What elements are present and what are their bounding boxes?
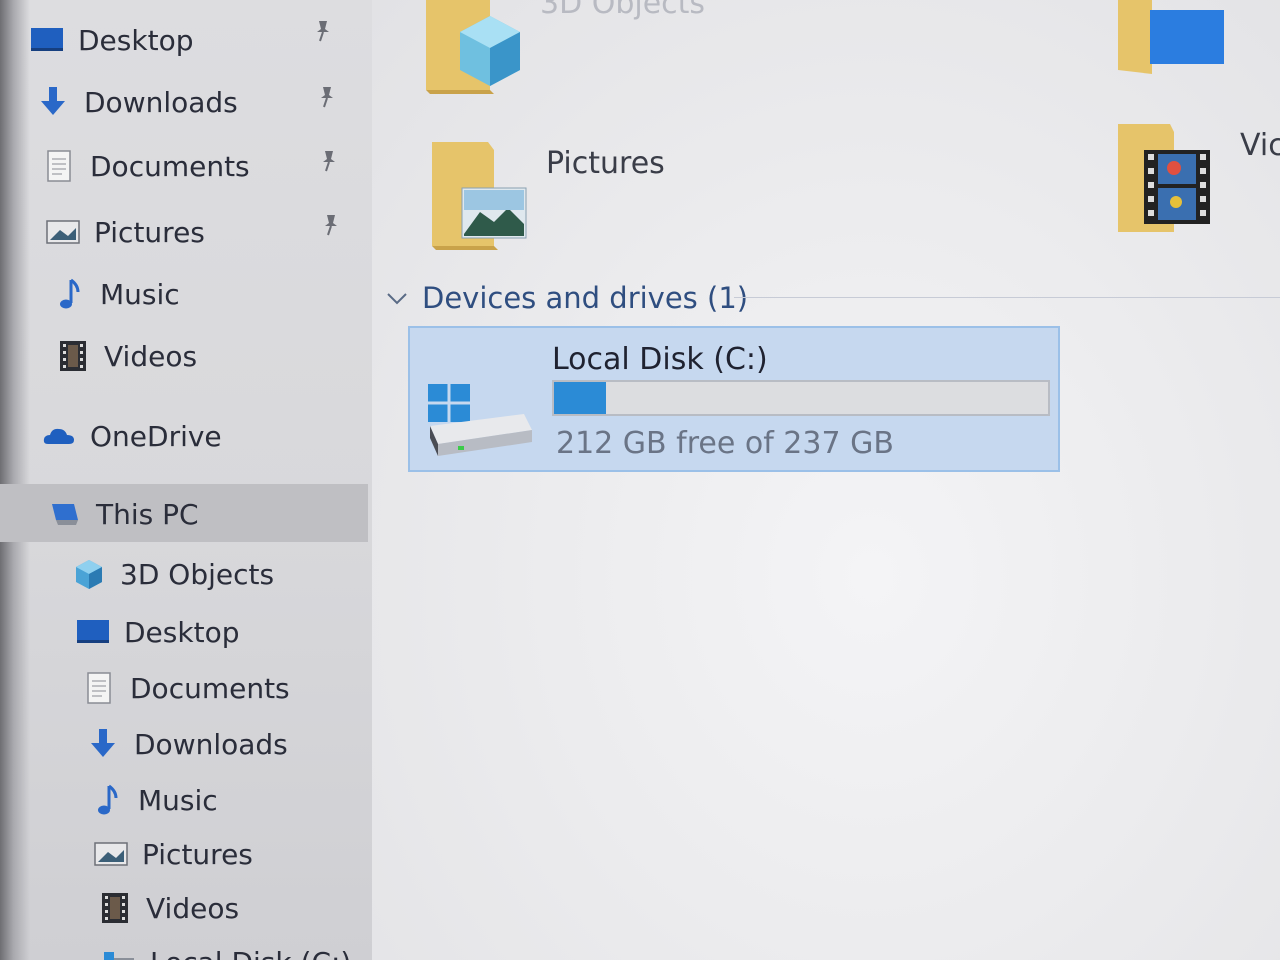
desktop-icon	[30, 23, 64, 57]
folder-label-3d-objects: 3D Objects	[540, 0, 706, 21]
nav-label: 3D Objects	[120, 557, 275, 591]
nav-item-documents[interactable]: Documents	[42, 144, 250, 188]
folder-tile-videos[interactable]	[1114, 120, 1224, 236]
videos-icon	[98, 891, 132, 925]
nav-item-onedrive[interactable]: OneDrive	[42, 414, 222, 458]
folder-label-videos: Vic	[1240, 128, 1280, 163]
nav-label: Videos	[146, 891, 240, 925]
navigation-pane: Desktop Downloads Documents Pictures Mus…	[0, 0, 372, 960]
nav-label: Local Disk (C:)	[150, 946, 351, 960]
nav-label: Desktop	[78, 23, 194, 57]
nav-label: Music	[100, 277, 180, 311]
nav-item-desktop[interactable]: Desktop	[30, 18, 193, 62]
nav-item-videos[interactable]: Videos	[56, 334, 197, 378]
documents-icon	[82, 671, 116, 705]
folder-tile-3d-objects[interactable]	[424, 0, 544, 110]
nav-item-downloads[interactable]: Downloads	[36, 80, 238, 124]
this-pc-icon	[48, 497, 82, 531]
nav-item-pictures-child[interactable]: Pictures	[94, 832, 253, 876]
nav-item-music[interactable]: Music	[52, 272, 180, 316]
folder-tile-desktop[interactable]	[1116, 0, 1226, 80]
onedrive-icon	[42, 419, 76, 453]
section-header-label: Devices and drives (1)	[422, 281, 749, 315]
nav-label: Videos	[104, 339, 198, 373]
chevron-down-icon[interactable]	[384, 288, 410, 308]
nav-label: Downloads	[84, 85, 238, 119]
nav-label: Desktop	[124, 615, 240, 649]
drive-usage-bar	[552, 380, 1050, 416]
nav-item-this-pc[interactable]: This PC	[48, 492, 199, 536]
videos-icon	[56, 339, 90, 373]
folder-desktop-icon	[1118, 0, 1224, 74]
drive-icon	[102, 945, 136, 960]
downloads-icon	[36, 85, 70, 119]
nav-item-downloads-child[interactable]: Downloads	[86, 722, 288, 766]
drive-usage-fill	[554, 382, 606, 414]
windows-drive-icon	[428, 384, 532, 456]
pictures-icon	[46, 215, 80, 249]
nav-item-music-child[interactable]: Music	[90, 778, 218, 822]
screen-bezel	[0, 0, 30, 960]
desktop-icon	[76, 615, 110, 649]
nav-label: Pictures	[94, 215, 205, 249]
nav-label: OneDrive	[90, 419, 222, 453]
nav-item-documents-child[interactable]: Documents	[82, 666, 290, 710]
pin-icon[interactable]	[318, 212, 344, 238]
nav-label: Downloads	[134, 727, 288, 761]
nav-label: Music	[138, 783, 218, 817]
nav-item-local-disk[interactable]: Local Disk (C:)	[102, 940, 351, 960]
pictures-icon	[94, 837, 128, 871]
nav-label: Documents	[130, 671, 290, 705]
folder-3d-objects-icon	[426, 0, 520, 94]
drive-tile-local-disk-c[interactable]: Local Disk (C:) 212 GB free of 237 GB	[408, 326, 1060, 472]
nav-item-pictures[interactable]: Pictures	[46, 210, 205, 254]
folder-tile-pictures[interactable]	[430, 138, 530, 254]
documents-icon	[42, 149, 76, 183]
nav-item-videos-child[interactable]: Videos	[98, 886, 239, 930]
folder-label-pictures: Pictures	[546, 146, 665, 181]
pin-icon[interactable]	[314, 84, 340, 110]
folder-pictures-icon	[432, 142, 527, 250]
music-icon	[52, 277, 86, 311]
3d-objects-icon	[72, 557, 106, 591]
pin-icon[interactable]	[310, 18, 336, 44]
drive-free-space: 212 GB free of 237 GB	[556, 426, 894, 461]
music-icon	[90, 783, 124, 817]
content-pane: 3D Objects Pictures Vic Devices and driv…	[372, 0, 1280, 960]
downloads-icon	[86, 727, 120, 761]
nav-label: Documents	[90, 149, 250, 183]
nav-item-desktop-child[interactable]: Desktop	[76, 610, 239, 654]
drive-name: Local Disk (C:)	[552, 342, 768, 377]
nav-label: Pictures	[142, 837, 253, 871]
section-header-devices-and-drives[interactable]: Devices and drives (1)	[384, 278, 748, 318]
nav-label: This PC	[96, 497, 199, 531]
folder-videos-icon	[1118, 124, 1210, 232]
nav-item-3d-objects[interactable]: 3D Objects	[72, 552, 274, 596]
section-divider	[734, 297, 1280, 298]
pin-icon[interactable]	[316, 148, 342, 174]
